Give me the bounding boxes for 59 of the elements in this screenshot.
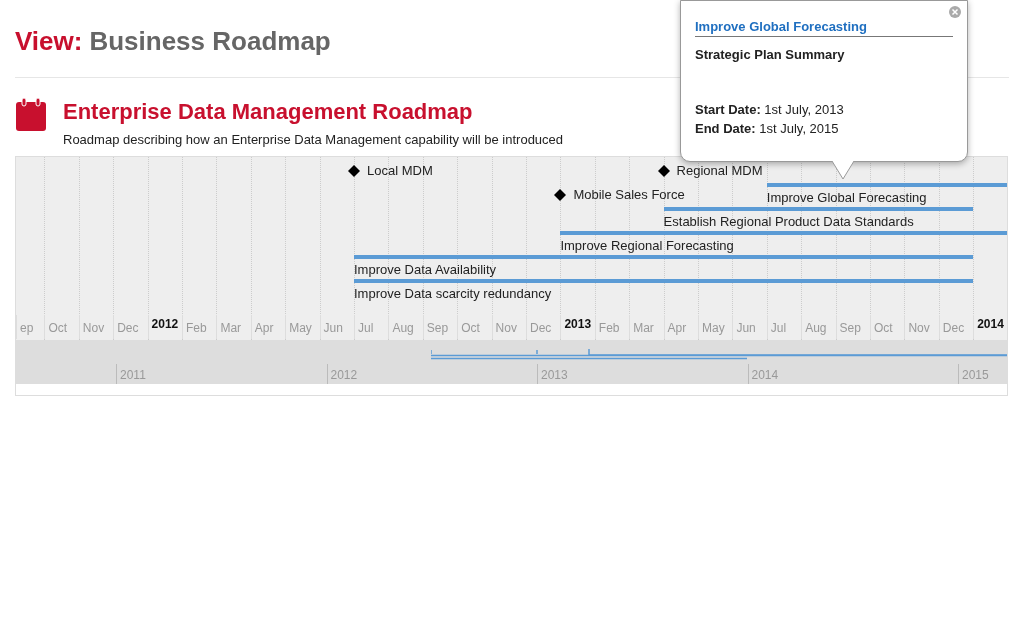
bar-label: Improve Data scarcity redundancy <box>354 286 552 302</box>
milestone-label: Local MDM <box>367 163 433 179</box>
timeline-bar[interactable] <box>354 255 974 259</box>
tooltip-date-text: End Date: 1st July, 2015 <box>695 121 840 136</box>
month-label: Jul <box>766 315 802 339</box>
milestone-diamond-icon[interactable] <box>348 165 360 177</box>
overview-year-label: 2014 <box>747 364 808 384</box>
year-label: 2012 <box>147 315 182 339</box>
month-label: Mar <box>629 315 664 339</box>
overview-year-label: 2012 <box>326 364 387 384</box>
bar-label: Establish Regional Product Data Standards <box>663 214 914 230</box>
month-label: Oct <box>457 315 492 339</box>
milestone-label: Regional MDM <box>676 163 763 179</box>
month-label: Apr <box>250 315 286 339</box>
timeline-bar[interactable] <box>560 231 1007 235</box>
month-label: Oct <box>870 315 905 339</box>
month-label: Nov <box>78 315 114 339</box>
view-label: View: <box>15 26 83 58</box>
month-label: Dec <box>526 315 561 339</box>
bar-label: Improve Data Availability <box>354 262 497 278</box>
month-label: Mar <box>216 315 251 339</box>
month-label: Apr <box>663 315 698 339</box>
page-title: Business Roadmap <box>89 26 331 58</box>
month-label: Feb <box>594 315 630 339</box>
month-label: Aug <box>388 315 423 339</box>
milestone-label: Mobile Sales Force <box>573 187 685 203</box>
timeline-bar[interactable] <box>663 207 974 211</box>
calendar-icon <box>15 98 47 132</box>
month-label: Dec <box>113 315 148 339</box>
month-label: Nov <box>491 315 526 339</box>
milestone-diamond-icon[interactable] <box>554 189 567 201</box>
month-label: Jun <box>319 315 354 339</box>
month-label: Jun <box>732 315 767 339</box>
year-label: 2014 <box>973 315 1007 339</box>
month-label: Feb <box>182 315 217 339</box>
tooltip-title: Improve Global Forecasting <box>695 19 953 37</box>
timeline-bar[interactable] <box>766 183 1007 187</box>
month-label: Oct <box>44 315 79 339</box>
overview-year-label: 2015 <box>958 364 1007 384</box>
tooltip-subtitle: Strategic Plan Summary <box>695 47 846 62</box>
bar-label: Improve Regional Forecasting <box>560 238 734 254</box>
tooltip-date-text: Start Date: 1st July, 2013 <box>695 102 845 117</box>
close-icon[interactable] <box>949 6 961 18</box>
month-label: Aug <box>801 315 836 339</box>
roadmap-title: Enterprise Data Management Roadmap <box>63 98 474 126</box>
timeline-bar[interactable] <box>354 279 974 283</box>
month-label: Dec <box>938 315 974 339</box>
month-label: Sep <box>835 315 870 339</box>
month-label: Nov <box>904 315 939 339</box>
month-label: Sep <box>422 315 458 339</box>
roadmap-description: Roadmap describing how an Enterprise Data Management capability will be introduced <box>63 132 564 147</box>
overview-year-label: 2013 <box>537 364 597 384</box>
bar-label: Improve Global Forecasting <box>766 190 927 206</box>
month-label: May <box>698 315 733 339</box>
overview-year-label: 2011 <box>116 364 176 384</box>
year-label: 2013 <box>560 315 595 339</box>
month-label: Jul <box>354 315 389 339</box>
milestone-diamond-icon[interactable] <box>657 165 670 177</box>
month-label: May <box>285 315 320 339</box>
